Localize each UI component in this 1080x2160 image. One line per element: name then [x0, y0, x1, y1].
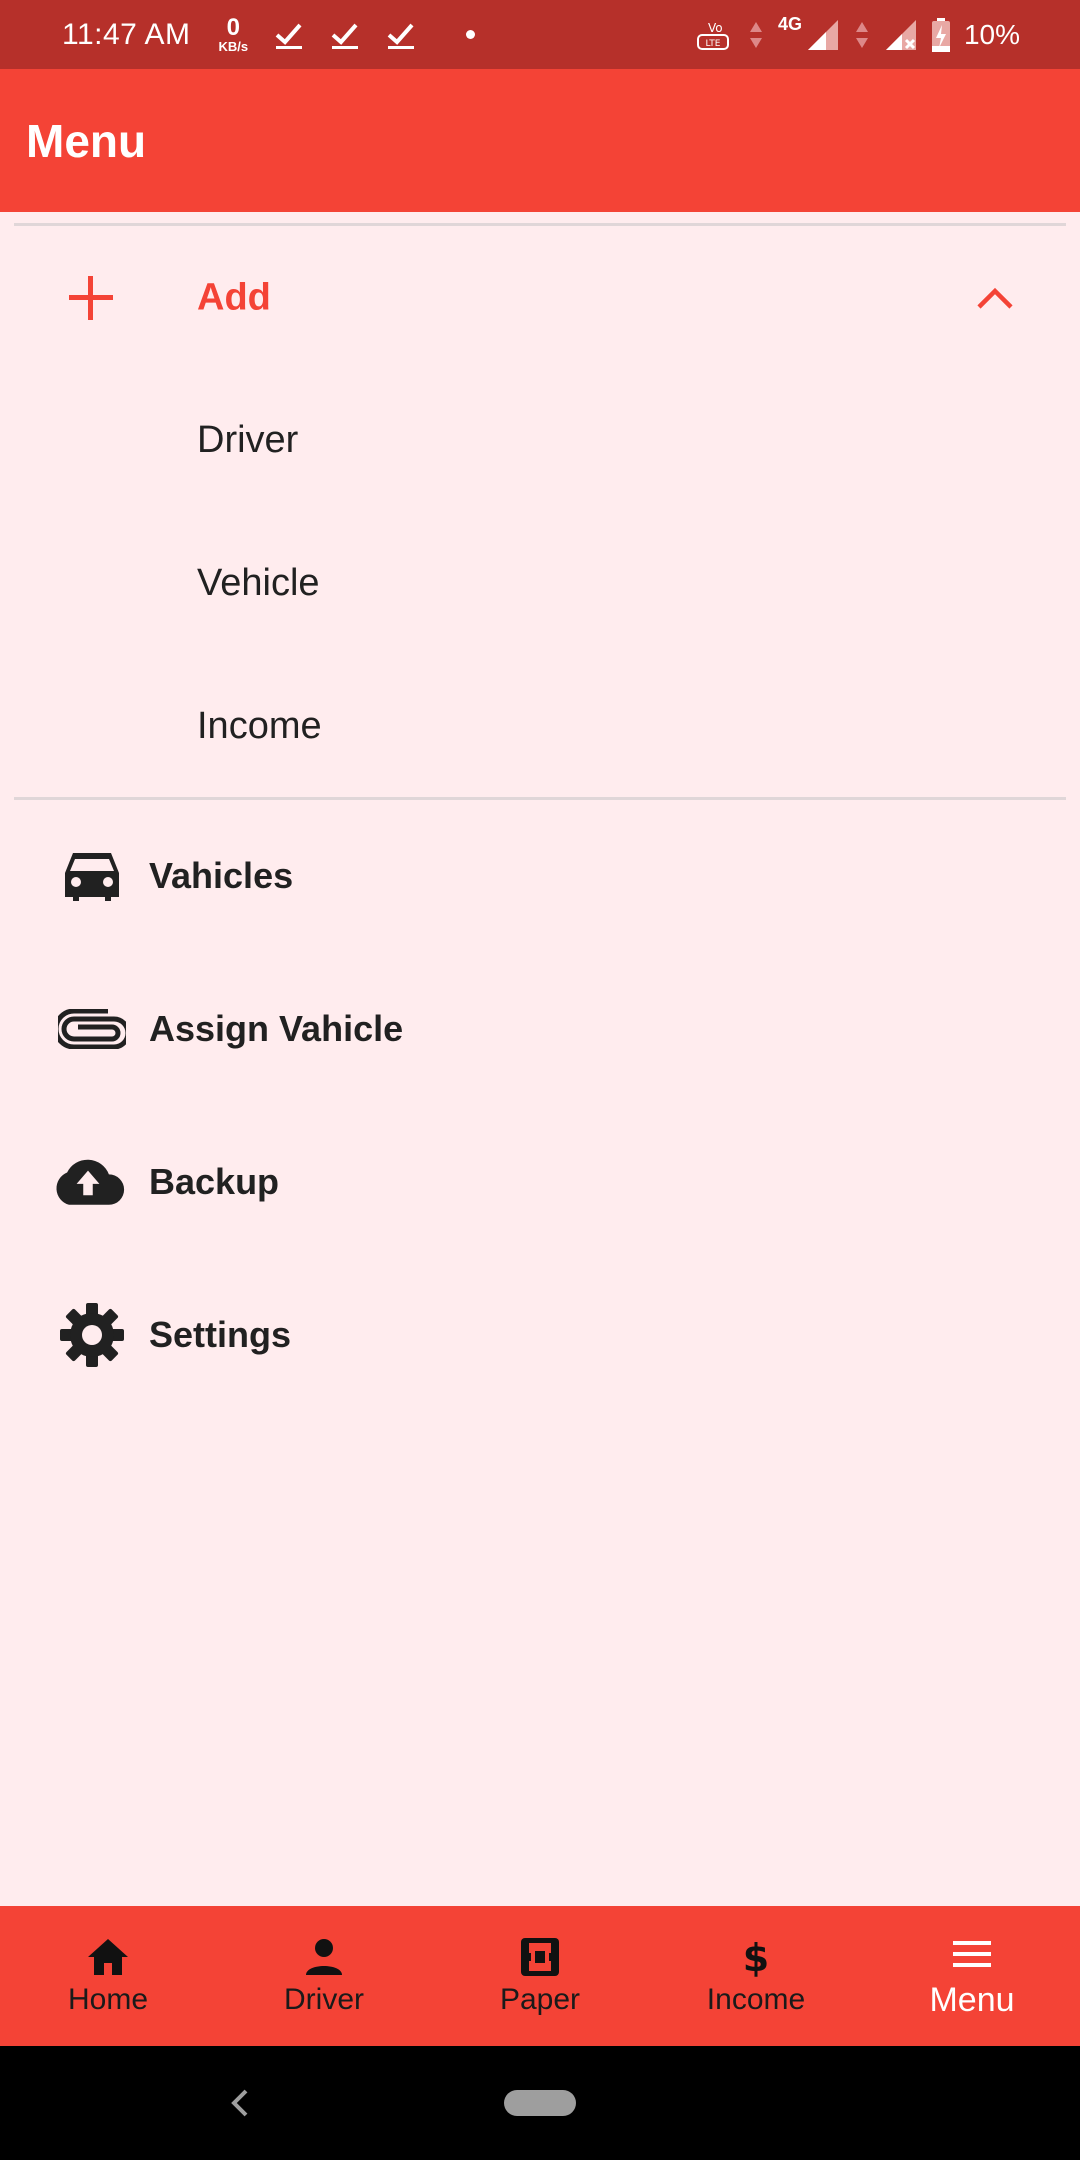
bottom-nav: Home Driver Paper $ Income Menu	[0, 1906, 1080, 2046]
speed-unit: KB/s	[218, 39, 249, 54]
menu-icon	[953, 1940, 991, 1967]
add-vehicle-item[interactable]: Vehicle	[197, 553, 320, 613]
menu-item-assign-vahicle[interactable]: Assign Vahicle	[0, 969, 1080, 1089]
nav-home[interactable]: Home	[0, 1906, 216, 2046]
menu-item-vahicles[interactable]: Vahicles	[0, 816, 1080, 936]
app-bar: Menu	[0, 69, 1080, 212]
status-time: 11:47 AM	[62, 17, 191, 51]
person-icon	[306, 1939, 342, 1975]
data-arrows-icon	[749, 21, 762, 48]
plus-icon	[69, 276, 113, 320]
status-bar: 11:47 AM 0 KB/s LTE Vo 4G 10%	[0, 0, 1080, 69]
back-icon[interactable]	[220, 2083, 260, 2123]
home-pill-button[interactable]	[504, 2090, 576, 2116]
page-title: Menu	[26, 114, 147, 167]
nav-label: Menu	[929, 1980, 1015, 2019]
nav-label: Home	[67, 1983, 149, 2016]
more-notifications-dot	[466, 30, 476, 39]
car-icon	[54, 838, 130, 914]
chevron-up-icon	[977, 287, 1013, 309]
divider	[14, 223, 1066, 226]
menu-item-backup[interactable]: Backup	[0, 1122, 1080, 1242]
nav-menu[interactable]: Menu	[864, 1906, 1080, 2046]
nav-driver[interactable]: Driver	[216, 1906, 432, 2046]
paper-icon	[521, 1938, 559, 1976]
nav-paper[interactable]: Paper	[432, 1906, 648, 2046]
gear-icon	[54, 1297, 130, 1373]
nav-income[interactable]: $ Income	[648, 1906, 864, 2046]
speed-value: 0	[226, 14, 241, 41]
check-notification-icon	[275, 23, 303, 49]
svg-text:LTE: LTE	[705, 39, 720, 49]
battery-percent: 10%	[963, 18, 1020, 50]
system-nav-bar	[0, 2046, 1080, 2160]
signal-icon	[807, 19, 838, 50]
add-expander-header[interactable]: Add	[0, 228, 1080, 368]
home-icon	[88, 1939, 128, 1975]
divider	[14, 797, 1066, 800]
data-arrows-icon	[855, 21, 868, 48]
add-driver-item[interactable]: Driver	[197, 410, 298, 470]
menu-item-label: Backup	[149, 1161, 280, 1202]
menu-item-label: Vahicles	[149, 855, 294, 896]
network-speed: 0 KB/s	[218, 14, 249, 54]
volte-icon: LTE Vo	[696, 21, 729, 50]
battery-charging-icon	[931, 17, 950, 52]
paperclip-icon	[54, 991, 130, 1067]
add-label: Add	[197, 276, 271, 319]
menu-item-label: Assign Vahicle	[149, 1008, 404, 1049]
nav-label: Income	[706, 1983, 806, 2016]
menu-item-settings[interactable]: Settings	[0, 1275, 1080, 1395]
svg-text:Vo: Vo	[708, 21, 723, 35]
add-income-item[interactable]: Income	[197, 696, 322, 756]
nav-label: Paper	[499, 1983, 581, 2016]
dollar-icon: $	[743, 1936, 769, 1979]
network-type: 4G	[777, 14, 802, 34]
svg-text:$: $	[743, 1936, 769, 1979]
cloud-upload-icon	[50, 1144, 126, 1220]
signal-no-sim-icon	[885, 19, 916, 50]
check-notification-icon	[387, 23, 415, 49]
menu-item-label: Settings	[149, 1314, 292, 1355]
check-notification-icon	[331, 23, 359, 49]
nav-label: Driver	[284, 1983, 364, 2016]
